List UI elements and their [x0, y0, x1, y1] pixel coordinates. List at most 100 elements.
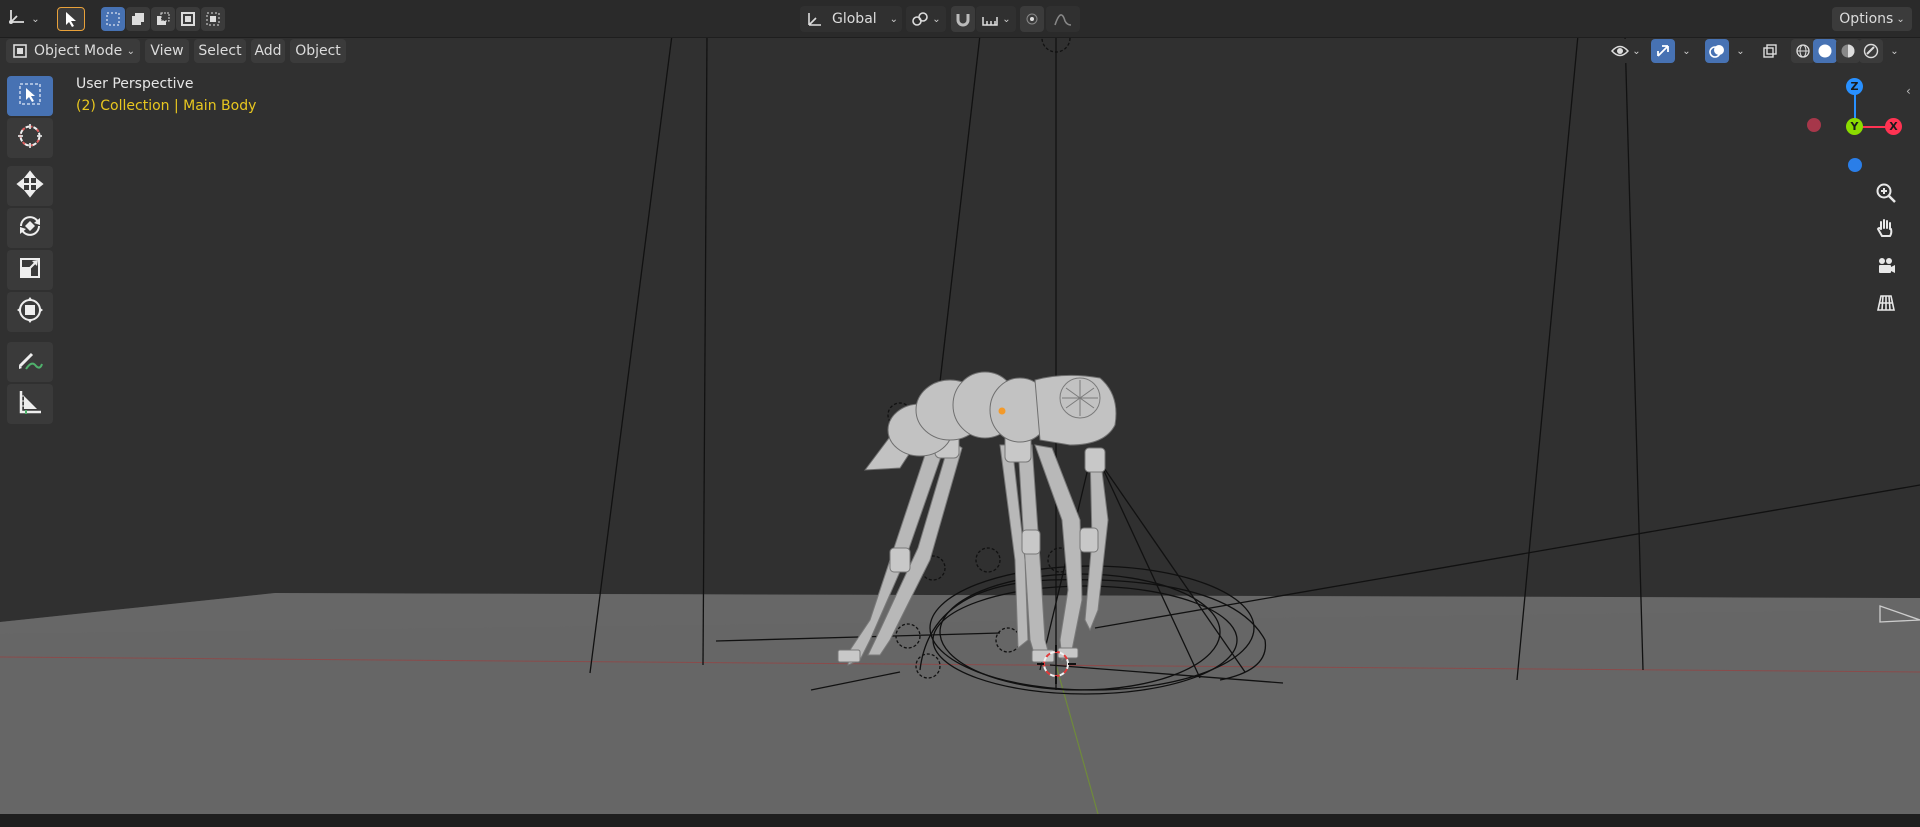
view-name-label: User Perspective — [76, 76, 194, 92]
menu-object[interactable]: Object — [290, 39, 346, 63]
select-tool-header-button[interactable] — [57, 7, 85, 31]
shading-wireframe-button[interactable] — [1791, 39, 1815, 63]
pencil-icon — [16, 346, 44, 378]
gizmo-toggle-button[interactable] — [1651, 39, 1675, 63]
cursor-tool[interactable] — [7, 118, 53, 158]
chevron-down-icon: ⌄ — [1736, 45, 1745, 57]
menu-add[interactable]: Add — [251, 39, 285, 63]
proportional-dot-icon — [1026, 13, 1038, 25]
falloff-curve-icon — [1054, 14, 1072, 26]
select-invert-icon — [181, 12, 195, 26]
axes-grid-icon — [8, 8, 28, 30]
editor-type-button[interactable]: ⌄ — [6, 7, 42, 31]
navigation-gizmo[interactable]: Z X Y — [1800, 78, 1910, 178]
rotate-icon — [16, 212, 44, 244]
chevron-down-icon: ⌄ — [1890, 45, 1899, 57]
xray-toggle-button[interactable] — [1758, 39, 1782, 63]
menu-select-label: Select — [198, 43, 242, 59]
gizmo-x-axis[interactable]: X — [1885, 118, 1902, 135]
scale-tool[interactable] — [7, 250, 53, 290]
cursor-arrow-icon — [17, 81, 43, 111]
menu-view-label: View — [150, 43, 184, 59]
chevron-down-icon: ⌄ — [932, 13, 941, 25]
gizmo-dropdown[interactable]: ⌄ — [1676, 39, 1694, 63]
falloff-dropdown[interactable] — [1046, 6, 1080, 32]
chevron-down-icon: ⌄ — [889, 13, 898, 25]
mode-label: Object Mode — [34, 43, 123, 59]
viewport-scene — [0, 0, 1920, 814]
zoom-in-icon[interactable] — [1871, 178, 1901, 208]
menu-select[interactable]: Select — [194, 39, 246, 63]
shading-rendered-button[interactable] — [1859, 39, 1883, 63]
object-mode-icon — [13, 44, 27, 58]
header-bar: ⌄ Global ⌄ ⌄ ⌄ Options ⌄ — [0, 0, 1920, 38]
grid-icon[interactable] — [1871, 288, 1901, 318]
origin-dot — [998, 407, 1006, 415]
magnet-icon — [956, 14, 970, 27]
orientation-icon — [808, 13, 821, 26]
snap-toggle-button[interactable] — [951, 6, 975, 32]
menu-object-label: Object — [295, 43, 341, 59]
hand-icon[interactable] — [1871, 213, 1901, 243]
gizmo-arrows-icon — [1657, 45, 1669, 57]
status-bar — [0, 814, 1920, 827]
orientation-label: Global — [832, 11, 877, 27]
chevron-down-icon: ⌄ — [1682, 45, 1691, 57]
menu-view[interactable]: View — [145, 39, 189, 63]
gizmo-z-axis[interactable]: Z — [1846, 78, 1863, 95]
transform-icon — [16, 296, 44, 328]
rotate-tool[interactable] — [7, 208, 53, 248]
options-label: Options — [1839, 11, 1894, 27]
chevron-down-icon: ⌄ — [1632, 45, 1641, 57]
select-mode-subtract-button[interactable] — [151, 7, 175, 31]
menu-add-label: Add — [254, 43, 282, 59]
overlays-toggle-button[interactable] — [1705, 39, 1729, 63]
chevron-down-icon: ⌄ — [126, 45, 135, 57]
select-mode-invert-button[interactable] — [176, 7, 200, 31]
sidebar-toggle-icon[interactable]: ‹ — [1906, 84, 1911, 98]
viewport-menubar: Object Mode ⌄ View Select Add Object ⌄ ⌄… — [0, 38, 1920, 63]
measure-tool[interactable] — [7, 384, 53, 424]
3d-viewport[interactable]: User Perspective (2) Collection | Main B… — [0, 0, 1920, 814]
collection-info-label: (2) Collection | Main Body — [76, 98, 257, 114]
select-mode-extend-button[interactable] — [126, 7, 150, 31]
xray-icon — [1763, 44, 1777, 58]
shading-solid-button[interactable] — [1813, 39, 1837, 63]
select-box-tool[interactable] — [7, 76, 53, 116]
gizmo-neg-z[interactable] — [1848, 158, 1862, 172]
gizmo-neg-x[interactable] — [1807, 118, 1821, 132]
pivot-point-dropdown[interactable]: ⌄ — [906, 6, 946, 32]
annotate-tool[interactable] — [7, 342, 53, 382]
gizmo-y-label: Y — [1850, 120, 1859, 133]
snap-target-dropdown[interactable]: ⌄ — [976, 6, 1016, 32]
transform-orientation-dropdown[interactable]: Global ⌄ — [800, 6, 902, 32]
solid-sphere-icon — [1818, 44, 1832, 58]
pivot-link-icon — [912, 12, 929, 26]
gizmo-y-axis[interactable]: Y — [1846, 118, 1863, 135]
move-tool[interactable] — [7, 166, 53, 206]
select-intersect-icon — [206, 12, 220, 26]
select-mode-new-button[interactable] — [101, 7, 125, 31]
overlays-icon — [1709, 45, 1724, 58]
select-mode-intersect-button[interactable] — [201, 7, 225, 31]
camera-icon[interactable] — [1871, 251, 1901, 281]
options-dropdown[interactable]: Options ⌄ — [1832, 7, 1912, 31]
mode-dropdown[interactable]: Object Mode ⌄ — [6, 39, 140, 63]
select-new-icon — [106, 12, 120, 26]
move-arrows-icon — [16, 170, 44, 202]
shading-dropdown[interactable]: ⌄ — [1884, 39, 1902, 63]
snap-increment-icon — [982, 17, 999, 26]
gizmo-x-label: X — [1889, 120, 1898, 133]
rendered-sphere-icon — [1863, 43, 1879, 59]
3d-cursor-icon — [16, 122, 44, 154]
proportional-edit-button[interactable] — [1020, 6, 1044, 32]
ruler-icon — [16, 388, 44, 420]
gizmo-z-label: Z — [1850, 80, 1859, 93]
transform-tool[interactable] — [7, 292, 53, 332]
shading-material-button[interactable] — [1836, 39, 1860, 63]
wireframe-sphere-icon — [1796, 44, 1810, 58]
visibility-dropdown[interactable]: ⌄ — [1606, 39, 1646, 63]
chevron-down-icon: ⌄ — [31, 13, 40, 25]
select-subtract-icon — [157, 12, 170, 25]
overlays-dropdown[interactable]: ⌄ — [1730, 39, 1748, 63]
